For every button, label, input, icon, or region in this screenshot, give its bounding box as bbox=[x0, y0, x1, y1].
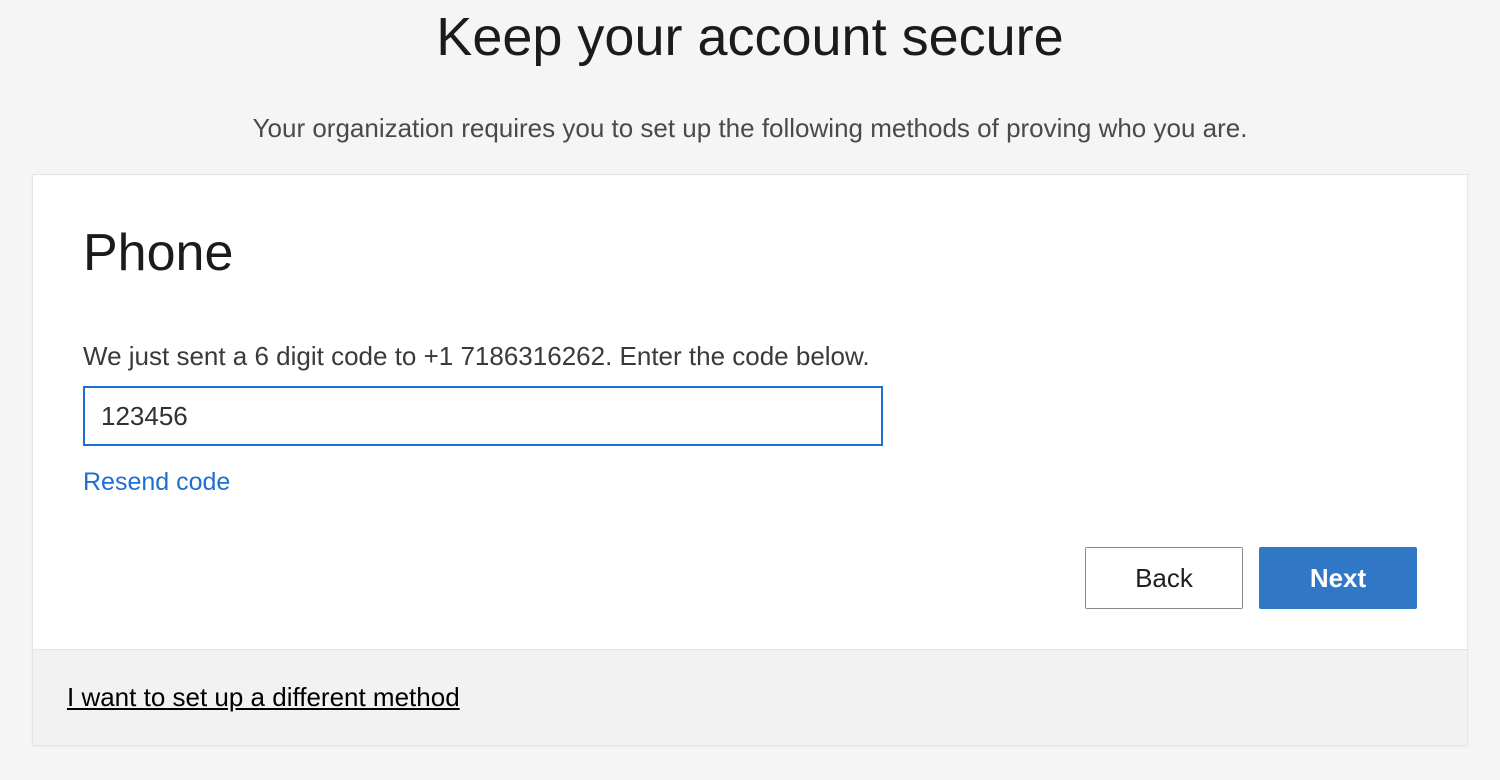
next-button[interactable]: Next bbox=[1259, 547, 1417, 609]
card-heading: Phone bbox=[83, 223, 1417, 283]
back-button[interactable]: Back bbox=[1085, 547, 1243, 609]
card-footer: I want to set up a different method bbox=[33, 649, 1467, 745]
verification-code-input[interactable] bbox=[83, 386, 883, 446]
different-method-link[interactable]: I want to set up a different method bbox=[67, 682, 460, 712]
page-subtitle: Your organization requires you to set up… bbox=[0, 113, 1500, 144]
setup-card: Phone We just sent a 6 digit code to +1 … bbox=[32, 174, 1468, 746]
page-title: Keep your account secure bbox=[0, 6, 1500, 68]
instruction-text: We just sent a 6 digit code to +1 718631… bbox=[83, 341, 1417, 372]
resend-code-link[interactable]: Resend code bbox=[83, 468, 230, 497]
